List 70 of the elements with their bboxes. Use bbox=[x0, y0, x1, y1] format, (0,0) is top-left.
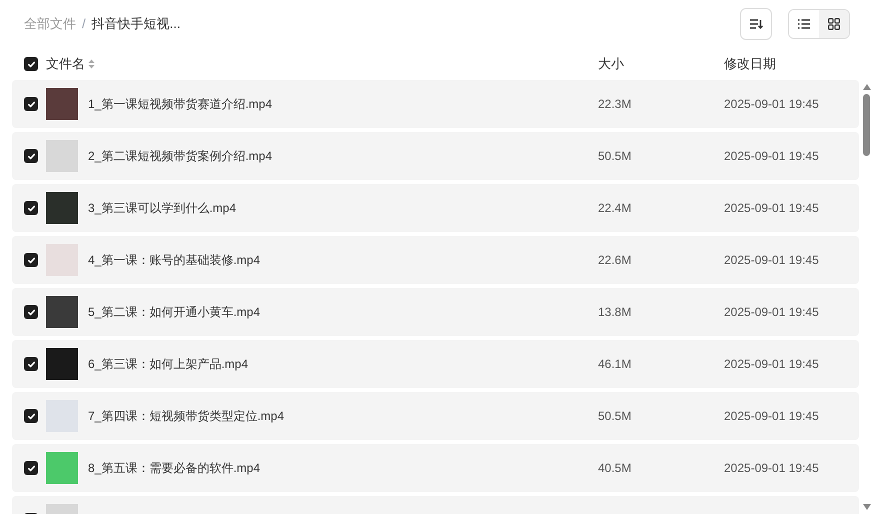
file-size: 13.8M bbox=[598, 304, 632, 321]
video-thumbnail bbox=[46, 452, 78, 484]
modified-date: 2025-09-01 19:45 bbox=[724, 408, 819, 425]
file-row[interactable]: 4_第一课：账号的基础装修.mp4 22.6M 2025-09-01 19:45 bbox=[12, 236, 859, 284]
video-thumbnail bbox=[46, 192, 78, 224]
file-name: 8_第五课：需要必备的软件.mp4 bbox=[88, 460, 262, 477]
file-row[interactable]: 1_第一课短视频带货赛道介绍.mp4 22.3M 2025-09-01 19:45 bbox=[12, 80, 859, 128]
checkmark-icon bbox=[26, 60, 36, 68]
checkmark-icon bbox=[26, 204, 36, 212]
video-thumbnail bbox=[46, 348, 78, 380]
file-name: 2_第二课短视频带货案例介绍.mp4 bbox=[88, 148, 274, 165]
checkbox[interactable] bbox=[24, 461, 38, 475]
sort-icon bbox=[749, 18, 763, 30]
modified-date: 2025-09-01 19:45 bbox=[724, 460, 819, 477]
checkbox[interactable] bbox=[24, 409, 38, 423]
file-name: 3_第三课可以学到什么.mp4 bbox=[88, 200, 238, 217]
scroll-down-icon[interactable] bbox=[862, 504, 870, 510]
checkbox[interactable] bbox=[24, 201, 38, 215]
file-row[interactable]: 3_第三课可以学到什么.mp4 22.4M 2025-09-01 19:45 bbox=[12, 184, 859, 232]
checkbox[interactable] bbox=[24, 305, 38, 319]
modified-date: 2025-09-01 19:45 bbox=[724, 304, 819, 321]
file-size: 22.6M bbox=[598, 252, 632, 269]
scroll-up-icon[interactable] bbox=[862, 84, 870, 90]
list-icon bbox=[798, 19, 810, 29]
file-size: 46.1M bbox=[598, 356, 632, 373]
checkmark-icon bbox=[26, 308, 36, 316]
checkbox[interactable] bbox=[24, 149, 38, 163]
scrollbar-thumb[interactable] bbox=[863, 94, 870, 156]
checkbox[interactable] bbox=[24, 357, 38, 371]
modified-date: 2025-09-01 19:45 bbox=[724, 200, 819, 217]
modified-date: 2025-09-01 19:45 bbox=[724, 96, 819, 113]
file-size: 22.4M bbox=[598, 200, 632, 217]
file-row[interactable]: 8_第五课：需要必备的软件.mp4 40.5M 2025-09-01 19:45 bbox=[12, 444, 859, 492]
checkmark-icon bbox=[26, 464, 36, 472]
file-row[interactable]: 6_第三课：如何上架产品.mp4 46.1M 2025-09-01 19:45 bbox=[12, 340, 859, 388]
file-name: 7_第四课：短视频带货类型定位.mp4 bbox=[88, 408, 286, 425]
file-size: 50.5M bbox=[598, 148, 632, 165]
checkbox[interactable] bbox=[24, 57, 38, 71]
checkmark-icon bbox=[26, 152, 36, 160]
file-size: 22.3M bbox=[598, 96, 632, 113]
modified-date: 2025-09-01 19:45 bbox=[724, 356, 819, 373]
checkbox[interactable] bbox=[24, 253, 38, 267]
breadcrumb-separator: / bbox=[82, 15, 86, 34]
file-row[interactable]: 7_第四课：短视频带货类型定位.mp4 50.5M 2025-09-01 19:45 bbox=[12, 392, 859, 440]
file-row[interactable]: 2_第二课短视频带货案例介绍.mp4 50.5M 2025-09-01 19:45 bbox=[12, 132, 859, 180]
sort-arrows-icon bbox=[88, 59, 95, 69]
checkmark-icon bbox=[26, 100, 36, 108]
file-name: 1_第一课短视频带货赛道介绍.mp4 bbox=[88, 96, 274, 113]
modified-date: 2025-09-01 19:45 bbox=[724, 148, 819, 165]
file-name: 4_第一课：账号的基础装修.mp4 bbox=[88, 252, 262, 269]
video-thumbnail bbox=[46, 140, 78, 172]
modified-date: 2025-09-01 19:45 bbox=[724, 252, 819, 269]
video-thumbnail bbox=[46, 296, 78, 328]
file-size: 40.5M bbox=[598, 460, 632, 477]
grid-view-button[interactable] bbox=[819, 10, 849, 38]
checkmark-icon bbox=[26, 256, 36, 264]
checkmark-icon bbox=[26, 412, 36, 420]
column-header[interactable]: 修改日期 bbox=[724, 54, 776, 74]
checkmark-icon bbox=[26, 360, 36, 368]
file-name: 6_第三课：如何上架产品.mp4 bbox=[88, 356, 250, 373]
column-header[interactable]: 大小 bbox=[598, 54, 724, 74]
sort-button[interactable] bbox=[740, 8, 772, 40]
column-header[interactable]: 文件名 bbox=[46, 54, 85, 74]
file-row[interactable]: 5_第二课：如何开通小黄车.mp4 13.8M 2025-09-01 19:45 bbox=[12, 288, 859, 336]
file-size: 50.5M bbox=[598, 408, 632, 425]
breadcrumb-link[interactable]: 抖音快手短视... bbox=[92, 14, 180, 34]
grid-icon bbox=[828, 18, 840, 30]
file-name: 5_第二课：如何开通小黄车.mp4 bbox=[88, 304, 262, 321]
checkbox[interactable] bbox=[24, 97, 38, 111]
video-thumbnail bbox=[46, 88, 78, 120]
